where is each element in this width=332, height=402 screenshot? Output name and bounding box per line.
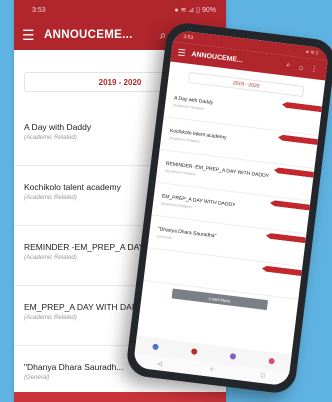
recent-nav-icon[interactable]: □ <box>261 373 265 379</box>
page-title: ANNOUCEME... <box>44 29 133 41</box>
load-more-label: Load More <box>208 295 231 304</box>
new-ribbon <box>262 265 302 276</box>
menu-icon[interactable]: ☰ <box>22 27 44 44</box>
nav-calendar-icon[interactable] <box>190 348 198 355</box>
back-nav-icon[interactable]: ◁ <box>157 360 162 368</box>
search-icon[interactable]: ⌕ <box>281 61 295 71</box>
phone-status-icons: ● ≋ ▯ <box>305 48 319 57</box>
status-icons: ● ≋ ⊿ ▯ 90% <box>174 7 216 14</box>
year-label: 2019 - 2020 <box>98 77 142 87</box>
nav-profile-icon[interactable] <box>267 357 275 365</box>
phone-page-title: ANNOUCEME... <box>191 50 244 64</box>
menu-icon[interactable]: ☰ <box>177 47 192 60</box>
phone-status-time: 3:53 <box>183 33 194 42</box>
nav-home-icon[interactable] <box>151 343 159 351</box>
status-bar: 3:53 ● ≋ ⊿ ▯ 90% <box>14 0 226 20</box>
status-time: 3:53 <box>32 6 46 14</box>
more-vert-icon[interactable]: ⋮ <box>307 64 321 74</box>
bottom-strip <box>14 392 226 402</box>
phone-announcement-list: A Day with Daddy (Academic Related) Koch… <box>143 84 323 300</box>
phone-screen: 3:53 ● ≋ ▯ ☰ ANNOUCEME... ⌕ ⌂ ⋮ 2019 - 2… <box>132 29 330 387</box>
nav-messages-icon[interactable] <box>229 352 236 360</box>
phone-year-label: 2019 - 2020 <box>232 79 260 90</box>
home-nav-icon[interactable]: ○ <box>209 367 213 373</box>
home-icon[interactable]: ⌂ <box>294 63 308 72</box>
